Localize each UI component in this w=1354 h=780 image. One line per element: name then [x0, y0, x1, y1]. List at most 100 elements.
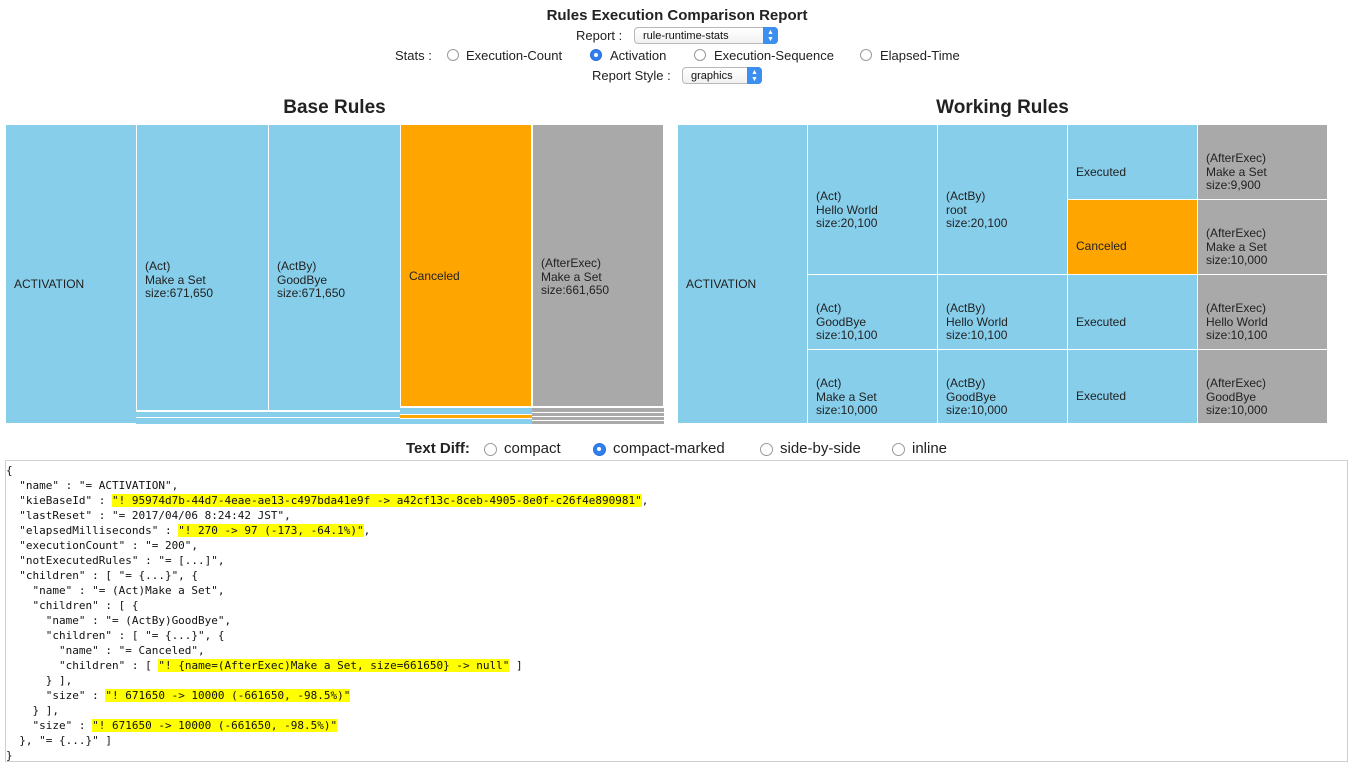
diff-line: "children" : [ "= {...}", { — [6, 628, 1347, 643]
diff-text-segment: }, "= {...}" ] — [6, 734, 112, 747]
diff-line: "kieBaseId" : "! 95974d7b-44d7-4eae-ae13… — [6, 493, 1347, 508]
report-style-select[interactable]: graphics ▲ ▼ — [682, 67, 762, 84]
stats-radio-execution-count[interactable] — [447, 49, 459, 61]
diff-line: "children" : [ { — [6, 598, 1347, 613]
base-rules-title: Base Rules — [283, 97, 386, 118]
node-label: (Act) GoodBye size:10,100 — [816, 301, 878, 342]
working-node-executed[interactable]: Executed — [1067, 274, 1198, 350]
diff-radio-inline[interactable] — [892, 443, 905, 456]
stats-radio-elapsed-time[interactable] — [860, 49, 872, 61]
working-node-afterexec-goodbye[interactable]: (AfterExec) GoodBye size:10,000 — [1197, 349, 1328, 424]
base-node-act-make-a-set[interactable]: (Act) Make a Set size:671,650 — [136, 124, 269, 411]
base-node-actby-goodbye[interactable]: (ActBy) GoodBye size:671,650 — [268, 124, 401, 411]
node-label: Canceled — [409, 269, 460, 283]
diff-line: "executionCount" : "= 200", — [6, 538, 1347, 553]
diff-text-segment: "executionCount" : "= 200", — [6, 539, 199, 552]
node-label: (ActBy) Hello World size:10,100 — [946, 301, 1008, 342]
working-node-actby-root[interactable]: (ActBy) root size:20,100 — [937, 124, 1068, 275]
diff-line: "notExecutedRules" : "= [...]", — [6, 553, 1347, 568]
base-rules-treemap: ACTIVATION (Act) Make a Set size:671,650… — [5, 124, 664, 424]
report-style-select-value: graphics — [691, 70, 733, 82]
diff-changed-value: "! 270 -> 97 (-173, -64.1%)" — [178, 524, 364, 537]
diff-text-segment: "size" : — [6, 689, 106, 702]
base-small-node[interactable] — [532, 420, 664, 424]
diff-text-segment: "size" : — [6, 719, 93, 732]
select-arrows-icon: ▲ ▼ — [763, 27, 778, 44]
stats-label: Stats : — [395, 48, 432, 63]
stats-radio-activation[interactable] — [590, 49, 602, 61]
node-label: (ActBy) GoodBye size:671,650 — [277, 259, 346, 300]
node-label: (Act) Hello World size:20,100 — [816, 189, 878, 230]
diff-text-segment: ] — [509, 659, 523, 672]
node-label: (AfterExec) Make a Set size:661,650 — [541, 256, 610, 297]
diff-radio-compact-marked[interactable] — [593, 443, 606, 456]
node-label: Executed — [1076, 389, 1127, 403]
report-select[interactable]: rule-runtime-stats ▲ ▼ — [634, 27, 778, 44]
node-label: (AfterExec) Make a Set size:9,900 — [1206, 151, 1267, 192]
base-node-activation[interactable]: ACTIVATION — [5, 124, 137, 424]
report-select-value: rule-runtime-stats — [643, 30, 729, 42]
diff-text-segment: { — [6, 464, 13, 477]
base-node-afterexec-make-a-set[interactable]: (AfterExec) Make a Set size:661,650 — [532, 124, 664, 407]
node-label: (AfterExec) Make a Set size:10,000 — [1206, 226, 1268, 267]
diff-line: } — [6, 748, 1347, 761]
working-node-actby-hello-world[interactable]: (ActBy) Hello World size:10,100 — [937, 274, 1068, 350]
report-style-label: Report Style : — [592, 68, 671, 83]
working-node-afterexec-make-a-set[interactable]: (AfterExec) Make a Set size:10,000 — [1197, 199, 1328, 275]
diff-text-segment: "name" : "= (Act)Make a Set", — [6, 584, 225, 597]
diff-text-segment: "children" : [ — [6, 659, 159, 672]
working-node-afterexec-hello-world[interactable]: (AfterExec) Hello World size:10,100 — [1197, 274, 1328, 350]
stats-option-execution-sequence[interactable]: Execution-Sequence — [714, 48, 834, 63]
diff-option-compact[interactable]: compact — [504, 440, 561, 457]
working-node-act-goodbye[interactable]: (Act) GoodBye size:10,100 — [807, 274, 938, 350]
diff-changed-value: "! 671650 -> 10000 (-661650, -98.5%)" — [105, 689, 351, 702]
base-small-node[interactable] — [136, 417, 401, 424]
diff-changed-value: "! 95974d7b-44d7-4eae-ae13-c497bda41e9f … — [111, 494, 642, 507]
diff-text-segment: "notExecutedRules" : "= [...]", — [6, 554, 225, 567]
working-node-actby-goodbye[interactable]: (ActBy) GoodBye size:10,000 — [937, 349, 1068, 424]
diff-line: "name" : "= (ActBy)GoodBye", — [6, 613, 1347, 628]
diff-line: "name" : "= (Act)Make a Set", — [6, 583, 1347, 598]
stats-option-activation[interactable]: Activation — [610, 48, 666, 63]
diff-text-segment: "name" : "= ACTIVATION", — [6, 479, 179, 492]
base-small-node[interactable] — [400, 407, 532, 414]
node-label: Canceled — [1076, 239, 1127, 253]
working-rules-title: Working Rules — [936, 97, 1069, 118]
diff-line: "children" : [ "! {name=(AfterExec)Make … — [6, 658, 1347, 673]
node-label: (Act) Make a Set size:671,650 — [145, 259, 214, 300]
working-node-canceled[interactable]: Canceled — [1067, 199, 1198, 275]
diff-text-segment: "children" : [ { — [6, 599, 139, 612]
diff-output[interactable]: { "name" : "= ACTIVATION", "kieBaseId" :… — [5, 460, 1348, 762]
working-node-afterexec-make-a-set[interactable]: (AfterExec) Make a Set size:9,900 — [1197, 124, 1328, 200]
diff-text-segment: "children" : [ "= {...}", { — [6, 569, 199, 582]
base-small-node[interactable] — [400, 418, 532, 424]
node-label: (AfterExec) Hello World size:10,100 — [1206, 301, 1268, 342]
working-node-executed[interactable]: Executed — [1067, 349, 1198, 424]
diff-text-segment: "kieBaseId" : — [6, 494, 112, 507]
diff-text-segment: "lastReset" : "= 2017/04/06 8:24:42 JST"… — [6, 509, 291, 522]
node-label: (ActBy) root size:20,100 — [946, 189, 1008, 230]
text-diff-label: Text Diff: — [406, 440, 470, 457]
working-node-activation[interactable]: ACTIVATION — [677, 124, 808, 424]
node-label: ACTIVATION — [14, 277, 85, 291]
page-title: Rules Execution Comparison Report — [546, 7, 808, 24]
diff-line: { — [6, 463, 1347, 478]
working-node-act-hello-world[interactable]: (Act) Hello World size:20,100 — [807, 124, 938, 275]
stats-option-elapsed-time[interactable]: Elapsed-Time — [880, 48, 960, 63]
diff-radio-compact[interactable] — [484, 443, 497, 456]
working-node-act-make-a-set[interactable]: (Act) Make a Set size:10,000 — [807, 349, 938, 424]
diff-option-inline[interactable]: inline — [912, 440, 947, 457]
stats-option-execution-count[interactable]: Execution-Count — [466, 48, 562, 63]
diff-text-segment: } ], — [6, 674, 73, 687]
diff-option-compact-marked[interactable]: compact-marked — [613, 440, 725, 457]
stats-radio-execution-sequence[interactable] — [694, 49, 706, 61]
diff-radio-side-by-side[interactable] — [760, 443, 773, 456]
diff-line: } ], — [6, 673, 1347, 688]
diff-text-segment: "children" : [ "= {...}", { — [6, 629, 225, 642]
node-label: (Act) Make a Set size:10,000 — [816, 376, 878, 417]
working-node-executed[interactable]: Executed — [1067, 124, 1198, 200]
diff-text-segment: , — [641, 494, 649, 507]
base-node-canceled[interactable]: Canceled — [400, 124, 532, 407]
diff-text-segment: } ], — [6, 704, 59, 717]
diff-option-side-by-side[interactable]: side-by-side — [780, 440, 861, 457]
